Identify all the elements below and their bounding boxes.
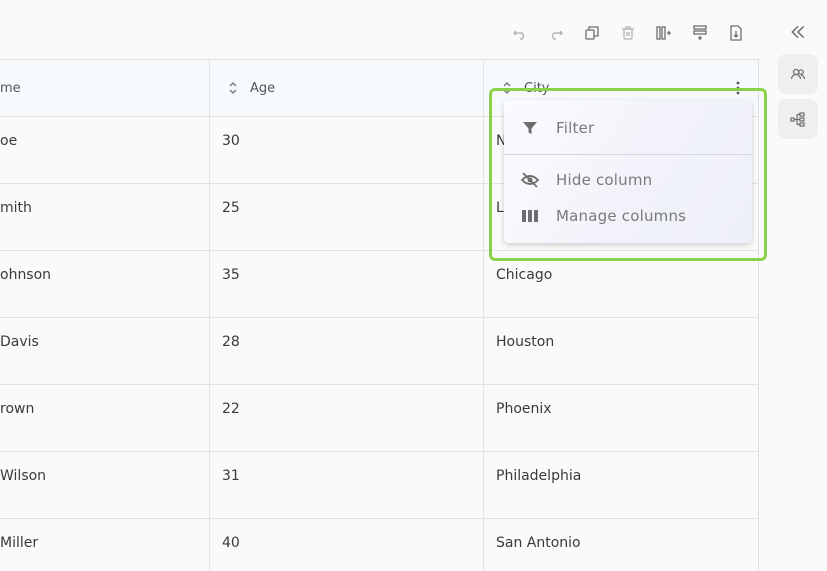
- redo-icon[interactable]: [545, 22, 567, 44]
- cell-city[interactable]: Philadelphia: [496, 451, 581, 501]
- delete-icon[interactable]: [617, 22, 639, 44]
- table-row[interactable]: Miller 40 San Antonio: [0, 518, 758, 571]
- sort-icon[interactable]: [228, 80, 238, 96]
- collapse-panel-icon[interactable]: [786, 20, 810, 44]
- cell-age[interactable]: 35: [222, 250, 240, 300]
- add-row-icon[interactable]: [689, 22, 711, 44]
- undo-icon[interactable]: [509, 22, 531, 44]
- cell-city[interactable]: Houston: [496, 317, 554, 367]
- table-row[interactable]: Wilson 31 Philadelphia: [0, 451, 758, 519]
- grid-toolbar: [0, 0, 760, 60]
- table-row[interactable]: Davis 28 Houston: [0, 317, 758, 385]
- right-rail: [770, 0, 827, 570]
- cell-age[interactable]: 22: [222, 384, 240, 434]
- cell-city[interactable]: Phoenix: [496, 384, 552, 434]
- cell-name[interactable]: oe: [0, 116, 17, 166]
- cell-age[interactable]: 28: [222, 317, 240, 367]
- add-column-icon[interactable]: [653, 22, 675, 44]
- cell-name[interactable]: mith: [0, 183, 32, 233]
- column-header-age[interactable]: Age: [228, 60, 275, 116]
- export-icon[interactable]: [725, 22, 747, 44]
- cell-name[interactable]: Wilson: [0, 451, 46, 501]
- cell-name[interactable]: Davis: [0, 317, 39, 367]
- highlight-box: [489, 88, 767, 261]
- cell-city[interactable]: San Antonio: [496, 518, 581, 568]
- cell-age[interactable]: 31: [222, 451, 240, 501]
- cell-age[interactable]: 40: [222, 518, 240, 568]
- users-icon[interactable]: [778, 54, 818, 94]
- cell-name[interactable]: Miller: [0, 518, 38, 568]
- cell-age[interactable]: 30: [222, 116, 240, 166]
- hierarchy-icon[interactable]: [778, 99, 818, 139]
- column-header-name[interactable]: me: [0, 60, 21, 116]
- copy-icon[interactable]: [581, 22, 603, 44]
- cell-name[interactable]: ohnson: [0, 250, 51, 300]
- column-header-label: Age: [250, 80, 276, 96]
- table-row[interactable]: rown 22 Phoenix: [0, 384, 758, 452]
- cell-name[interactable]: rown: [0, 384, 34, 434]
- column-header-label: me: [0, 80, 21, 96]
- cell-age[interactable]: 25: [222, 183, 240, 233]
